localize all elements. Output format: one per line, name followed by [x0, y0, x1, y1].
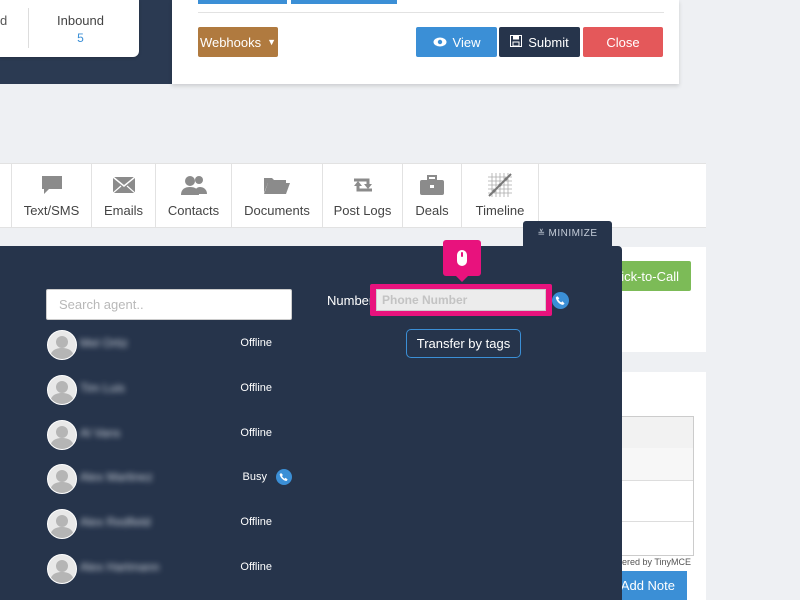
agent-name: Al Vans	[80, 426, 121, 440]
webhooks-label: Webhooks	[199, 34, 262, 50]
mouse-icon	[443, 240, 481, 276]
close-button[interactable]: Close	[583, 27, 663, 57]
phone-number-input[interactable]	[376, 289, 546, 311]
tab-label: Text/SMS	[23, 203, 80, 218]
top-button-stub[interactable]	[198, 0, 287, 4]
tab-documents[interactable]: Documents	[232, 164, 323, 227]
tab-emails[interactable]: Emails	[92, 164, 156, 227]
envelope-icon	[112, 174, 135, 196]
avatar	[47, 464, 77, 494]
stat-inbound-label: Inbound	[57, 13, 104, 28]
tab-label: Contacts	[167, 203, 220, 218]
divider	[198, 12, 664, 13]
contacts-icon	[180, 174, 208, 196]
save-icon	[510, 34, 523, 50]
tab-contacts[interactable]: Contacts	[156, 164, 232, 227]
transfer-by-tags-label: Transfer by tags	[416, 336, 511, 351]
agent-status: Offline	[240, 427, 272, 439]
tab-timeline[interactable]: Timeline	[462, 164, 539, 227]
tab-partial[interactable]	[0, 164, 12, 227]
agent-status: Offline	[240, 561, 272, 573]
chat-icon	[41, 174, 63, 196]
caret-down-icon: ▼	[267, 37, 277, 47]
agent-name: Alex Hartmann	[80, 560, 160, 574]
agent-status: Offline	[240, 382, 272, 394]
number-label: Number	[327, 293, 374, 308]
timeline-icon	[488, 173, 512, 197]
tab-label: Deals	[415, 203, 449, 218]
agent-name: Alex Redfield	[80, 515, 151, 529]
click-to-call-label: ick-to-Call	[621, 268, 679, 284]
avatar	[47, 509, 77, 539]
double-chevron-down-icon: ≚	[537, 228, 546, 238]
stat-inbound-value[interactable]: 5	[28, 31, 133, 45]
cursor-pointer	[455, 275, 469, 282]
avatar	[47, 375, 77, 405]
agent-row[interactable]: Alex Hartmann Offline	[46, 549, 296, 589]
minimize-label: MINIMIZE	[548, 228, 598, 239]
phone-transfer-icon[interactable]	[552, 292, 569, 309]
agent-status: Busy	[242, 471, 267, 483]
agent-status: Offline	[240, 337, 272, 349]
agent-name: Alex Martinez	[80, 470, 153, 484]
stats-card: d Inbound 5	[0, 0, 139, 57]
retweet-icon	[350, 174, 376, 196]
transfer-by-tags-button[interactable]: Transfer by tags	[406, 329, 521, 358]
agent-name: Mel Ortiz	[80, 336, 128, 350]
avatar	[47, 420, 77, 450]
agent-row[interactable]: Mel Ortiz Offline	[46, 325, 296, 365]
submit-button[interactable]: Submit	[499, 27, 580, 57]
tab-label: Emails	[103, 203, 143, 218]
tab-text-sms[interactable]: Text/SMS	[12, 164, 92, 227]
search-agent-input[interactable]	[46, 289, 292, 320]
tab-label: Post Logs	[333, 203, 392, 218]
avatar	[47, 330, 77, 360]
top-button-stub[interactable]	[291, 0, 397, 4]
agent-row[interactable]: Al Vans Offline	[46, 415, 296, 455]
tab-label: Timeline	[475, 203, 525, 218]
webhooks-dropdown-button[interactable]: Webhooks ▼	[198, 27, 278, 57]
tab-label: Documents	[244, 203, 310, 218]
submit-label: Submit	[528, 34, 569, 50]
close-label: Close	[606, 34, 640, 50]
eye-icon	[433, 35, 447, 50]
add-note-label: Add Note	[620, 578, 675, 593]
tab-deals[interactable]: Deals	[403, 164, 462, 227]
folder-icon	[263, 174, 291, 196]
agent-row[interactable]: Alex Martinez Busy	[46, 459, 296, 499]
stat-prev-label: d	[0, 13, 8, 28]
agent-status: Offline	[240, 516, 272, 528]
agent-row[interactable]: Alex Redfield Offline	[46, 504, 296, 544]
minimize-button[interactable]: ≚ MINIMIZE	[523, 221, 612, 246]
view-label: View	[452, 34, 481, 50]
agent-name: Tim Luis	[80, 381, 125, 395]
view-button[interactable]: View	[416, 27, 497, 57]
activity-tabs-bar: Text/SMS Emails Contacts Documents Post …	[0, 163, 706, 228]
briefcase-icon	[420, 174, 444, 196]
phone-transfer-icon[interactable]	[276, 469, 292, 485]
tab-post-logs[interactable]: Post Logs	[323, 164, 403, 227]
agent-row[interactable]: Tim Luis Offline	[46, 370, 296, 410]
avatar	[47, 554, 77, 584]
